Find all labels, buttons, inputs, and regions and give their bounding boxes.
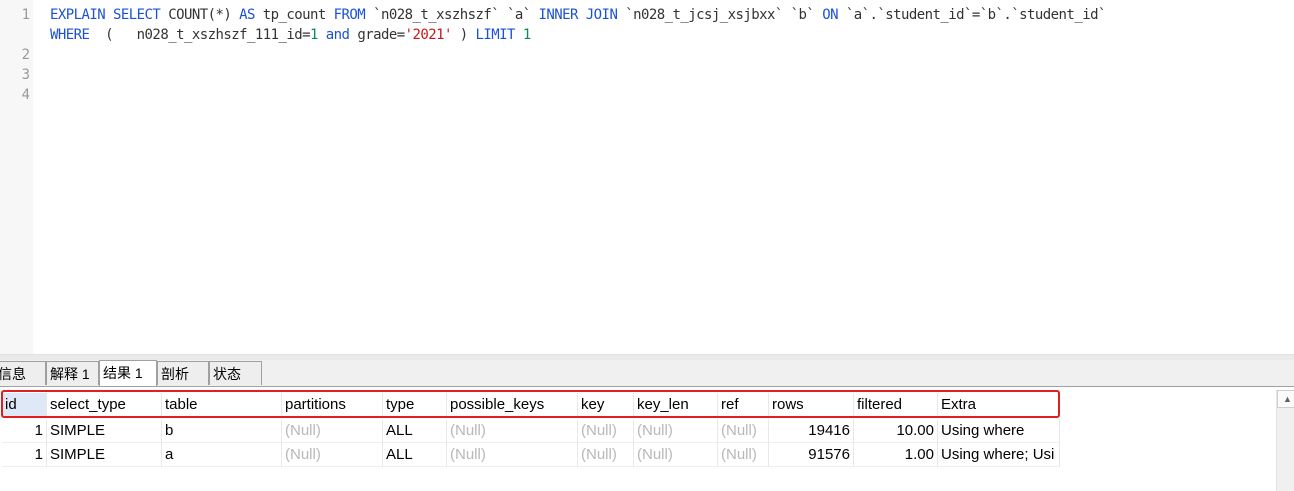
cell-partitions[interactable]: (Null) <box>282 419 383 443</box>
cell-key-len[interactable]: (Null) <box>634 443 718 467</box>
column-header-type[interactable]: type <box>383 393 447 417</box>
cell-extra[interactable]: Using where <box>938 419 1060 443</box>
cell-filtered[interactable]: 10.00 <box>854 419 938 443</box>
line-number: 1 <box>21 7 30 23</box>
cell-select-type[interactable]: SIMPLE <box>47 419 162 443</box>
column-header-filtered[interactable]: filtered <box>854 393 938 417</box>
column-header-key-len[interactable]: key_len <box>634 393 718 417</box>
cell-select-type[interactable]: SIMPLE <box>47 443 162 467</box>
sql-keyword: and <box>325 27 350 43</box>
tab-info[interactable]: 信息 <box>0 361 46 385</box>
cell-rows[interactable]: 91576 <box>769 443 854 467</box>
cell-id[interactable]: 1 <box>2 419 47 443</box>
sql-editor[interactable]: 1 2 3 4 EXPLAIN SELECT COUNT(*) AS tp_co… <box>0 0 1294 354</box>
sql-keyword: INNER JOIN <box>538 7 618 23</box>
column-header-key[interactable]: key <box>578 393 634 417</box>
line-number: 4 <box>21 87 30 103</box>
column-header-partitions[interactable]: partitions <box>282 393 383 417</box>
cell-type[interactable]: ALL <box>383 419 447 443</box>
tab-status[interactable]: 状态 <box>209 361 262 385</box>
sql-keyword: EXPLAIN SELECT <box>50 7 161 23</box>
result-grid[interactable]: id select_type table partitions type pos… <box>0 387 1294 491</box>
cell-key[interactable]: (Null) <box>578 419 634 443</box>
sql-string: '2021' <box>404 27 453 43</box>
cell-extra[interactable]: Using where; Usi <box>938 443 1060 467</box>
header-row: id select_type table partitions type pos… <box>0 393 1062 417</box>
column-header-id[interactable]: id <box>2 393 47 417</box>
vertical-scrollbar[interactable]: ▲ <box>1276 390 1294 491</box>
sql-text: ) <box>451 27 476 43</box>
line-number-gutter: 1 2 3 4 <box>0 0 33 354</box>
sql-keyword: LIMIT <box>475 27 516 43</box>
sql-text: `n028_t_xszhszf` `a` <box>365 7 539 23</box>
cell-key-len[interactable]: (Null) <box>634 419 718 443</box>
sql-text: tp_count <box>254 7 334 23</box>
sql-text: `n028_t_jcsj_xsjbxx` `b` <box>617 7 823 23</box>
sql-text: grade= <box>349 27 405 43</box>
column-header-extra[interactable]: Extra <box>938 393 1060 417</box>
cell-table[interactable]: b <box>162 419 282 443</box>
scroll-up-button[interactable]: ▲ <box>1277 390 1294 408</box>
code-line-1-wrap: WHERE ( n028_t_xszhszf_111_id=1 and grad… <box>50 25 531 45</box>
column-header-table[interactable]: table <box>162 393 282 417</box>
cell-partitions[interactable]: (Null) <box>282 443 383 467</box>
column-header-select-type[interactable]: select_type <box>47 393 162 417</box>
cell-ref[interactable]: (Null) <box>718 443 769 467</box>
column-header-rows[interactable]: rows <box>769 393 854 417</box>
code-line-1: EXPLAIN SELECT COUNT(*) AS tp_count FROM… <box>50 5 1106 25</box>
cell-possible-keys[interactable]: (Null) <box>447 419 578 443</box>
tab-profile[interactable]: 剖析 <box>157 361 209 385</box>
column-header-possible-keys[interactable]: possible_keys <box>447 393 578 417</box>
sql-keyword: AS <box>239 7 255 23</box>
cell-key[interactable]: (Null) <box>578 443 634 467</box>
line-number: 2 <box>21 47 30 63</box>
cell-id[interactable]: 1 <box>2 443 47 467</box>
sql-text: ( n028_t_xszhszf_111_id= <box>89 27 311 43</box>
cell-possible-keys[interactable]: (Null) <box>447 443 578 467</box>
cell-filtered[interactable]: 1.00 <box>854 443 938 467</box>
cell-rows[interactable]: 19416 <box>769 419 854 443</box>
sql-number: 1 <box>310 27 318 43</box>
table-row[interactable]: 1 SIMPLE a (Null) ALL (Null) (Null) (Nul… <box>0 443 1062 467</box>
column-header-ref[interactable]: ref <box>718 393 769 417</box>
sql-keyword: WHERE <box>50 27 90 43</box>
cell-table[interactable]: a <box>162 443 282 467</box>
tab-explain-1[interactable]: 解释 1 <box>46 361 99 385</box>
sql-text: COUNT(*) <box>160 7 240 23</box>
sql-keyword: ON <box>822 7 838 23</box>
line-number: 3 <box>21 67 30 83</box>
table-row[interactable]: 1 SIMPLE b (Null) ALL (Null) (Null) (Nul… <box>0 419 1062 443</box>
chevron-up-icon: ▲ <box>1283 394 1292 404</box>
cell-ref[interactable]: (Null) <box>718 419 769 443</box>
tab-result-1[interactable]: 结果 1 <box>99 360 157 386</box>
sql-text: `a`.`student_id`=`b`.`student_id` <box>837 7 1107 23</box>
cell-type[interactable]: ALL <box>383 443 447 467</box>
sql-keyword: FROM <box>333 7 366 23</box>
result-tabs: 信息 解释 1 结果 1 剖析 状态 <box>0 360 1294 387</box>
sql-number: 1 <box>522 27 531 43</box>
